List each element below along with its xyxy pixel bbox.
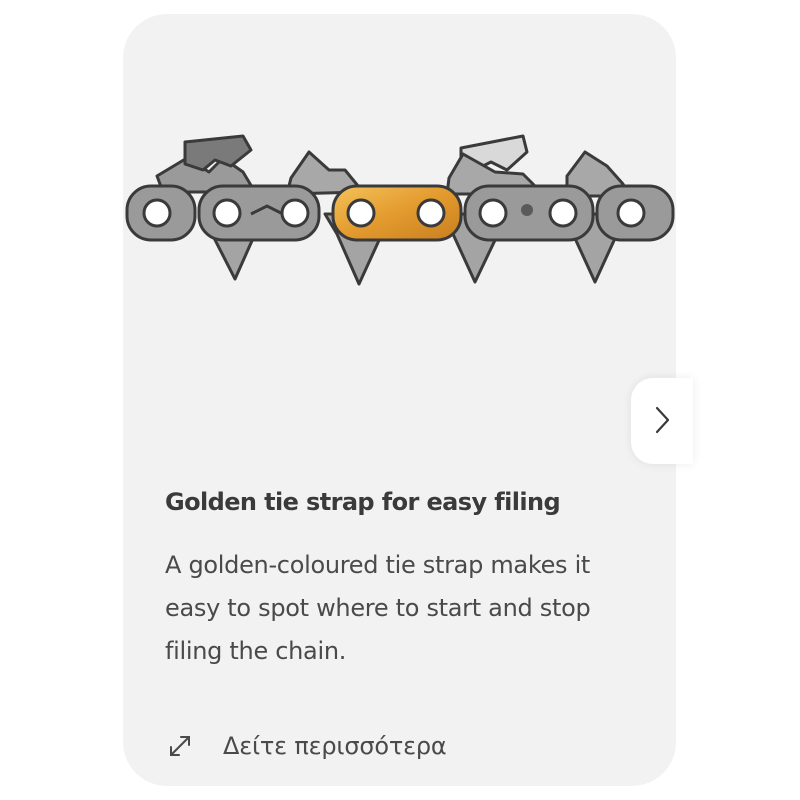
card-description: A golden-coloured tie strap makes it eas… [165, 551, 591, 665]
expand-arrow-icon [165, 731, 195, 761]
chain-illustration [123, 114, 676, 314]
chevron-right-icon [652, 404, 672, 439]
feature-card: Golden tie strap for easy filing A golde… [123, 14, 676, 786]
page: Golden tie strap for easy filing A golde… [0, 0, 800, 800]
card-title: Golden tie strap for easy filing [165, 488, 561, 516]
see-more-link[interactable]: Δείτε περισσότερα [165, 726, 447, 766]
carousel-next-button[interactable] [631, 378, 693, 464]
see-more-label: Δείτε περισσότερα [223, 732, 447, 760]
